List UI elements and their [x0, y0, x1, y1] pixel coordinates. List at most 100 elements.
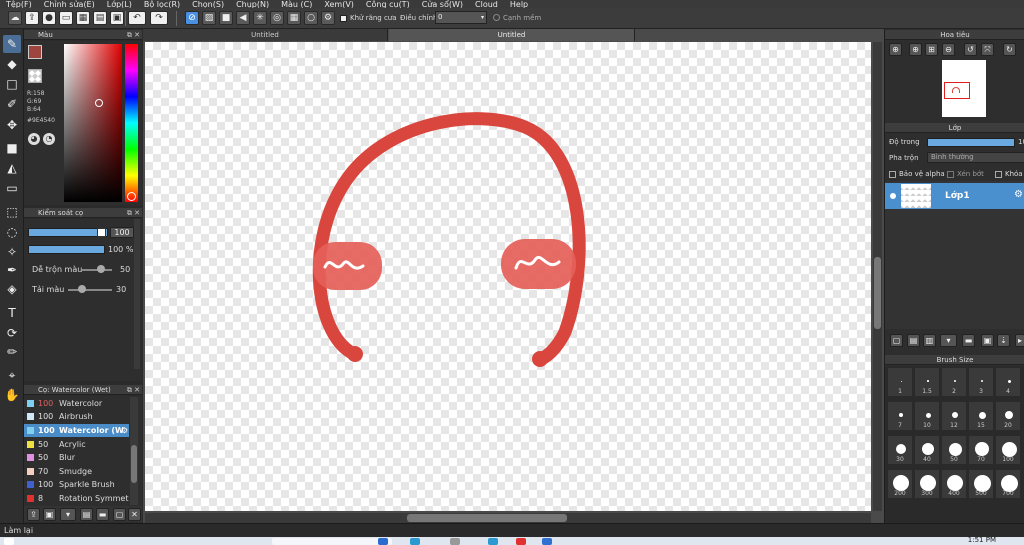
- delete-icon[interactable]: ✕: [128, 508, 141, 521]
- brush-menu-icon[interactable]: ▾: [60, 508, 76, 521]
- brush-size-cell[interactable]: 300: [914, 469, 940, 499]
- select-rect-icon[interactable]: ⬚: [3, 203, 21, 221]
- taskbar-app-icon[interactable]: [450, 538, 460, 545]
- blend-slider-handle[interactable]: [97, 265, 105, 273]
- color-picker-cursor[interactable]: [95, 99, 103, 107]
- reload-slider[interactable]: [68, 289, 112, 291]
- copy-brush-icon[interactable]: ▤: [80, 508, 93, 521]
- new-8bit-layer-icon[interactable]: ▥: [923, 334, 936, 347]
- layout-icon[interactable]: ▤: [93, 11, 107, 25]
- fit-icon[interactable]: ⊞: [925, 43, 938, 56]
- rotate-right-icon[interactable]: ↻: [1003, 43, 1016, 56]
- layer-folder-icon[interactable]: ▬: [962, 334, 975, 347]
- add-brush-icon[interactable]: ▣: [43, 508, 56, 521]
- perspective-icon[interactable]: ◀: [236, 11, 250, 25]
- vertical-scroll-thumb[interactable]: [874, 257, 881, 329]
- palette-icon[interactable]: ◕: [28, 133, 40, 145]
- circle-guide-icon[interactable]: ○: [304, 11, 318, 25]
- brush-size-cell[interactable]: 40: [914, 435, 940, 465]
- layer-row[interactable]: Lớp1 ⚙: [885, 183, 1024, 209]
- brush-size-cell[interactable]: 500: [968, 469, 994, 499]
- merge-layer-icon[interactable]: ⇣: [997, 334, 1010, 347]
- transparent-color-swatch[interactable]: [28, 69, 42, 83]
- hue-slider-handle[interactable]: [127, 192, 136, 201]
- close-icon[interactable]: ⧉ ✕: [127, 208, 140, 218]
- brush-size-cell[interactable]: 30: [887, 435, 913, 465]
- select-all-icon[interactable]: ▨: [202, 11, 216, 25]
- gradient-tool-icon[interactable]: ▭: [3, 179, 21, 197]
- more-layer-icon[interactable]: ▸: [1015, 334, 1024, 347]
- brush-size-cell[interactable]: 3: [968, 367, 994, 397]
- taskbar-item[interactable]: [4, 538, 14, 545]
- brush-size-cell[interactable]: 700: [995, 469, 1021, 499]
- grid-icon[interactable]: ▦: [76, 11, 90, 25]
- frame-icon[interactable]: ▣: [110, 11, 124, 25]
- main-color-swatch[interactable]: [28, 45, 42, 59]
- brush-size-cell[interactable]: 15: [968, 401, 994, 431]
- tab-untitled-1[interactable]: Untitled: [143, 29, 388, 41]
- brush-size-cell[interactable]: 1.5: [914, 367, 940, 397]
- flip-icon[interactable]: ⤧: [981, 43, 994, 56]
- brush-size-cell[interactable]: 50: [941, 435, 967, 465]
- cloud-icon[interactable]: ☁: [8, 11, 22, 25]
- antialias-checkbox[interactable]: [340, 15, 347, 22]
- brush-size-cell[interactable]: 12: [941, 401, 967, 431]
- select-fill-icon[interactable]: ■: [219, 11, 233, 25]
- new-halftone-layer-icon[interactable]: ▤: [907, 334, 920, 347]
- layer-opacity-slider[interactable]: [927, 138, 1015, 147]
- horizontal-scroll-thumb[interactable]: [407, 514, 567, 522]
- new-layer-icon[interactable]: ▢: [890, 334, 903, 347]
- text-tool-icon[interactable]: T: [3, 304, 21, 322]
- gear-icon[interactable]: ⚙: [1014, 189, 1023, 200]
- hue-slider[interactable]: [125, 44, 138, 202]
- divide-tool-icon[interactable]: ✏: [3, 343, 21, 361]
- brush-item-rotation-symmetry[interactable]: 8 Rotation Symmetr: [24, 492, 129, 505]
- drawing-canvas[interactable]: [145, 42, 871, 511]
- brush-item-blur[interactable]: 50 Blur: [24, 451, 129, 464]
- zoom-out-icon[interactable]: ⊕: [909, 43, 922, 56]
- brush-item-watercolor[interactable]: 100 Watercolor: [24, 397, 129, 410]
- move-tool-icon[interactable]: ✥: [3, 116, 21, 134]
- reload-slider-handle[interactable]: [78, 285, 86, 293]
- zoom-actual-icon[interactable]: ⊖: [942, 43, 955, 56]
- navigator-thumbnail[interactable]: [942, 60, 986, 117]
- concentric-icon[interactable]: ◎: [270, 11, 284, 25]
- no-selection-icon[interactable]: ⊘: [185, 11, 199, 25]
- redo-icon[interactable]: ↷: [150, 11, 168, 25]
- eraser-tool-icon[interactable]: ◆: [3, 55, 21, 73]
- cloud-brush-icon[interactable]: ⇪: [27, 508, 40, 521]
- protect-alpha-checkbox[interactable]: [889, 171, 896, 178]
- brush-size-slider[interactable]: [28, 228, 108, 237]
- layer-blend-select[interactable]: Bình thường: [927, 152, 1024, 163]
- magic-wand-icon[interactable]: ✧: [3, 243, 21, 261]
- brush-size-cell[interactable]: 400: [941, 469, 967, 499]
- radial-icon[interactable]: ✳: [253, 11, 267, 25]
- brush-item-acrylic[interactable]: 50 Acrylic: [24, 438, 129, 451]
- grid-guide-icon[interactable]: ▦: [287, 11, 301, 25]
- select-eraser-icon[interactable]: ◈: [3, 280, 21, 298]
- canvas-horizontal-scrollbar[interactable]: [145, 513, 871, 523]
- gear-icon[interactable]: ⚙: [121, 424, 128, 437]
- comment-icon[interactable]: ▭: [59, 11, 73, 25]
- undo-icon[interactable]: ↶: [128, 11, 146, 25]
- visibility-icon[interactable]: [890, 193, 896, 199]
- taskbar-search[interactable]: [272, 538, 392, 545]
- folder-icon[interactable]: ▬: [96, 508, 109, 521]
- taskbar-app-icon[interactable]: [488, 538, 498, 545]
- close-icon[interactable]: ⧉ ✕: [127, 385, 140, 395]
- lasso-icon[interactable]: ◌: [3, 223, 21, 241]
- brush-item-airbrush[interactable]: 100 Airbrush: [24, 410, 129, 423]
- close-icon[interactable]: ⧉ ✕: [127, 30, 140, 40]
- export-icon[interactable]: ⇪: [25, 11, 39, 25]
- taskbar-app-icon[interactable]: [516, 538, 526, 545]
- brush-size-cell[interactable]: 4: [995, 367, 1021, 397]
- brush-size-handle[interactable]: [97, 228, 106, 237]
- taskbar-start-icon[interactable]: [378, 538, 388, 545]
- brush-size-value[interactable]: 100: [110, 227, 134, 238]
- brush-size-cell[interactable]: 7: [887, 401, 913, 431]
- taskbar-app-icon[interactable]: [542, 538, 552, 545]
- soft-edge-radio[interactable]: [493, 14, 500, 21]
- tab-untitled-2[interactable]: Untitled: [389, 29, 635, 41]
- eyedropper-icon[interactable]: ⌖: [3, 366, 21, 384]
- hand-tool-icon[interactable]: ✋: [3, 386, 21, 404]
